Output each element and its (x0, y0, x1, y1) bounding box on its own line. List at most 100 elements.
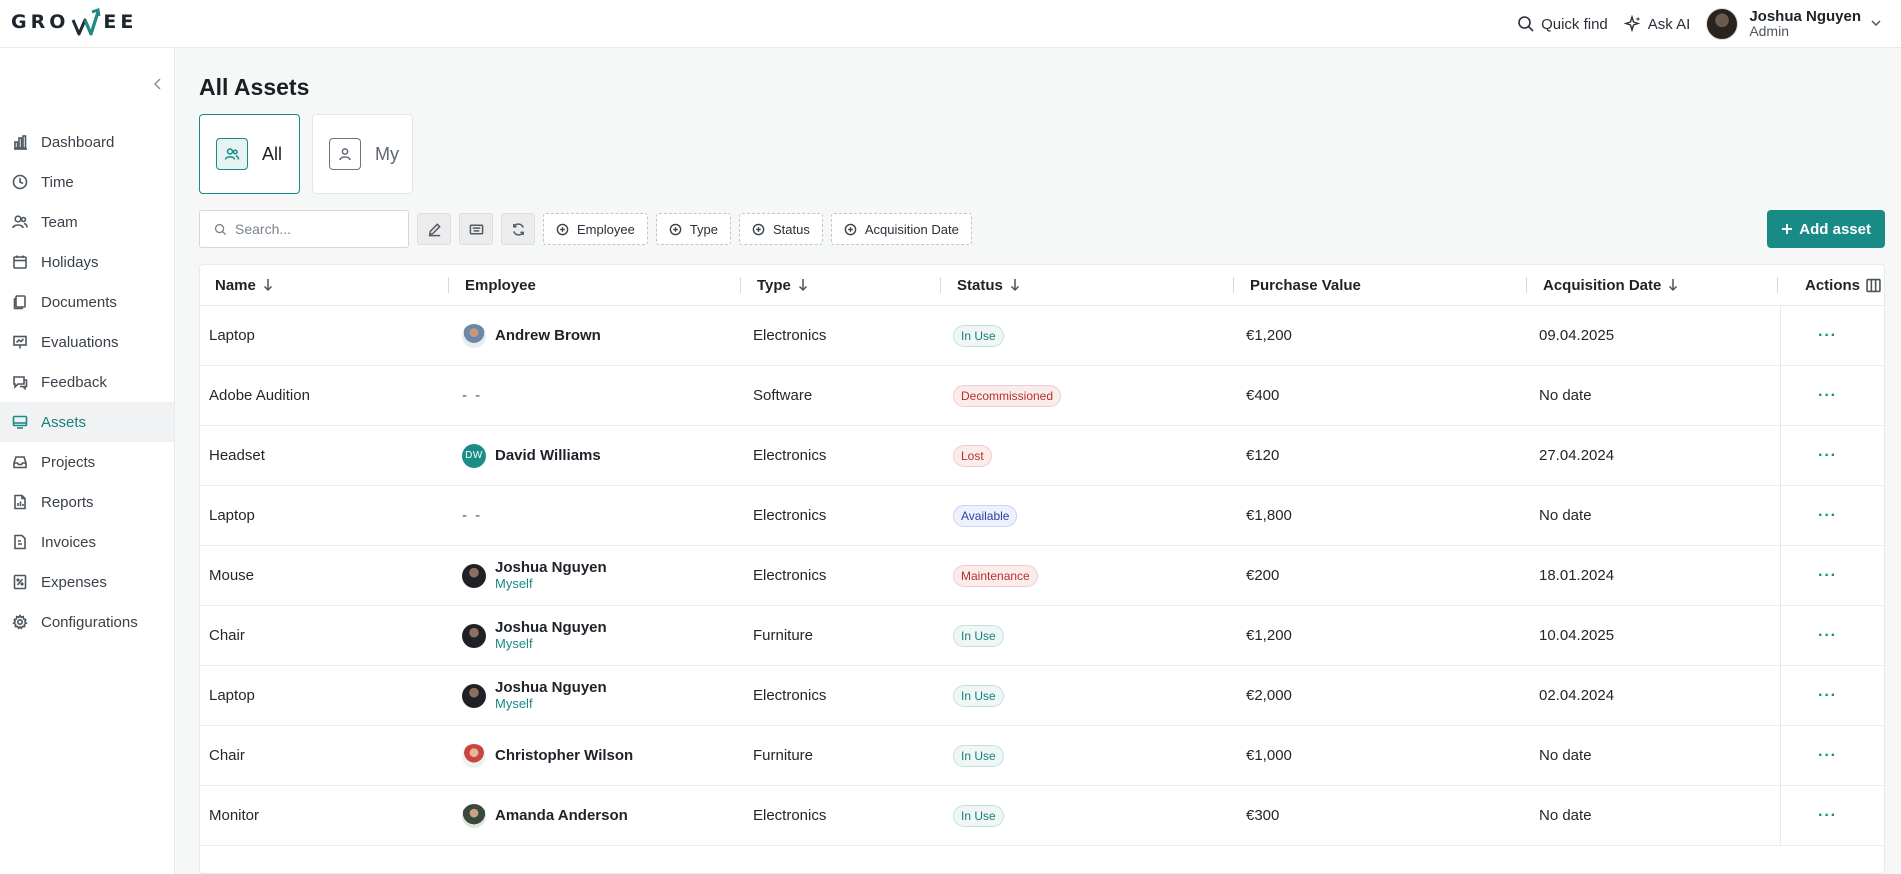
sidebar-item-label: Configurations (41, 613, 138, 631)
actions-cell: ··· (1780, 486, 1870, 545)
quick-find-button[interactable]: Quick find (1517, 15, 1608, 33)
column-header-acquisition-date[interactable]: Acquisition Date (1543, 265, 1679, 305)
table-row[interactable]: Adobe Audition - - Software Decommissioned €… (200, 366, 1884, 426)
sidebar-item-reports[interactable]: Reports (0, 482, 174, 522)
chevron-down-icon[interactable] (1869, 16, 1883, 30)
more-actions-icon[interactable]: ··· (1818, 627, 1837, 645)
asset-type: Electronics (753, 567, 827, 584)
status-cell: Decommissioned (953, 366, 1062, 425)
column-header-purchase-value[interactable]: Purchase Value (1250, 265, 1361, 305)
receipt-icon (13, 574, 27, 590)
sidebar-item-label: Dashboard (41, 133, 115, 151)
sidebar-item-projects[interactable]: Projects (0, 442, 174, 482)
tab-all[interactable]: All (199, 114, 300, 194)
more-actions-icon[interactable]: ··· (1818, 567, 1837, 585)
purchase-value: €120 (1246, 447, 1280, 464)
more-actions-icon[interactable]: ··· (1818, 807, 1837, 825)
more-actions-icon[interactable]: ··· (1818, 327, 1837, 345)
table-row[interactable]: Mouse Joshua Nguyen Myself Electronics Maint… (200, 546, 1884, 606)
table-row[interactable]: Laptop Joshua Nguyen Myself Electronics In U… (200, 666, 1884, 726)
column-label: Name (215, 276, 256, 294)
purchase-value: €1,000 (1246, 747, 1292, 764)
app-logo[interactable]: GRO EE (11, 6, 137, 38)
employee-name[interactable]: Joshua Nguyen (495, 559, 607, 576)
column-divider[interactable] (1526, 277, 1527, 293)
employee-cell: Joshua Nguyen Myself (462, 606, 607, 665)
column-header-employee[interactable]: Employee (465, 265, 536, 305)
sidebar-item-configurations[interactable]: Configurations (0, 602, 174, 642)
more-actions-icon[interactable]: ··· (1818, 747, 1837, 765)
user-avatar[interactable] (1706, 8, 1739, 40)
sidebar-item-assets[interactable]: Assets (0, 402, 174, 442)
status-cell: In Use (953, 786, 1004, 845)
add-asset-button[interactable]: Add asset (1767, 210, 1885, 248)
keyboard-icon (469, 224, 483, 234)
sidebar-item-documents[interactable]: Documents (0, 282, 174, 322)
filter-label: Type (689, 221, 718, 237)
sidebar-item-holidays[interactable]: Holidays (0, 242, 174, 282)
employee-name[interactable]: Andrew Brown (495, 327, 601, 344)
ask-ai-button[interactable]: Ask AI (1623, 15, 1691, 33)
user-name: Joshua Nguyen (1749, 8, 1861, 25)
sidebar-item-invoices[interactable]: Invoices (0, 522, 174, 562)
sidebar-item-team[interactable]: Team (0, 202, 174, 242)
filter-status[interactable]: Status (739, 213, 823, 245)
more-actions-icon[interactable]: ··· (1818, 507, 1837, 525)
employee-name[interactable]: Amanda Anderson (495, 807, 628, 824)
column-divider[interactable] (448, 277, 449, 293)
columns-icon[interactable] (1866, 278, 1881, 293)
filter-employee[interactable]: Employee (543, 213, 648, 245)
edit-button[interactable] (417, 213, 451, 245)
empty-employee: - - (462, 387, 483, 404)
more-actions-icon[interactable]: ··· (1818, 387, 1837, 405)
sidebar-item-feedback[interactable]: Feedback (0, 362, 174, 402)
sidebar-item-evaluations[interactable]: Evaluations (0, 322, 174, 362)
ask-ai-label: Ask AI (1647, 15, 1691, 33)
employee-subtitle: Myself (495, 575, 533, 591)
table-row[interactable]: Chair Christopher Wilson Furniture In Use €1… (200, 726, 1884, 786)
collapse-sidebar-icon[interactable] (150, 76, 166, 92)
keyboard-button[interactable] (459, 213, 493, 245)
table-row[interactable]: Laptop - - Electronics Available €1,800 No da… (200, 486, 1884, 546)
column-divider[interactable] (1777, 277, 1778, 293)
avatar: DW (462, 443, 486, 468)
search-box[interactable] (199, 210, 409, 248)
column-header-status[interactable]: Status (957, 265, 1021, 305)
more-actions-icon[interactable]: ··· (1818, 687, 1837, 705)
tab-my[interactable]: My (312, 114, 413, 194)
employee-name[interactable]: Christopher Wilson (495, 747, 633, 764)
asset-name: Headset (209, 447, 265, 464)
gear-icon (12, 614, 28, 630)
user-menu[interactable]: Joshua Nguyen Admin (1749, 9, 1861, 39)
column-header-name[interactable]: Name (215, 265, 274, 305)
employee-cell: DW David Williams (462, 426, 601, 485)
employee-name[interactable]: David Williams (495, 447, 601, 464)
table-row[interactable]: Chair Joshua Nguyen Myself Furniture In Use €… (200, 606, 1884, 666)
column-divider[interactable] (740, 277, 741, 293)
refresh-button[interactable] (501, 213, 535, 245)
filter-acquisition-date[interactable]: Acquisition Date (830, 213, 972, 245)
column-divider[interactable] (940, 277, 941, 293)
status-badge: In Use (953, 804, 1004, 827)
table-row[interactable]: Monitor Amanda Anderson Electronics In Use €… (200, 786, 1884, 846)
avatar (462, 323, 486, 348)
sidebar-item-time[interactable]: Time (0, 162, 174, 202)
more-actions-icon[interactable]: ··· (1818, 447, 1837, 465)
sidebar-item-dashboard[interactable]: Dashboard (0, 122, 174, 162)
search-input[interactable] (235, 221, 405, 237)
employee-name[interactable]: Joshua Nguyen (495, 619, 607, 636)
employee-cell: Andrew Brown (462, 306, 601, 365)
column-divider[interactable] (1233, 277, 1234, 293)
employee-name[interactable]: Joshua Nguyen (495, 679, 607, 696)
sidebar-item-label: Reports (41, 493, 94, 511)
column-header-type[interactable]: Type (757, 265, 809, 305)
sidebar-item-label: Team (41, 213, 78, 231)
table-row[interactable]: Headset DW David Williams Electronics Lost €1… (200, 426, 1884, 486)
filter-type[interactable]: Type (655, 213, 731, 245)
status-badge: In Use (953, 684, 1004, 707)
actions-cell: ··· (1780, 666, 1870, 725)
sidebar-item-expenses[interactable]: Expenses (0, 562, 174, 602)
invoice-icon (14, 534, 26, 550)
acquisition-date: No date (1539, 507, 1592, 524)
table-row[interactable]: Laptop Andrew Brown Electronics In Use €1,20… (200, 306, 1884, 366)
